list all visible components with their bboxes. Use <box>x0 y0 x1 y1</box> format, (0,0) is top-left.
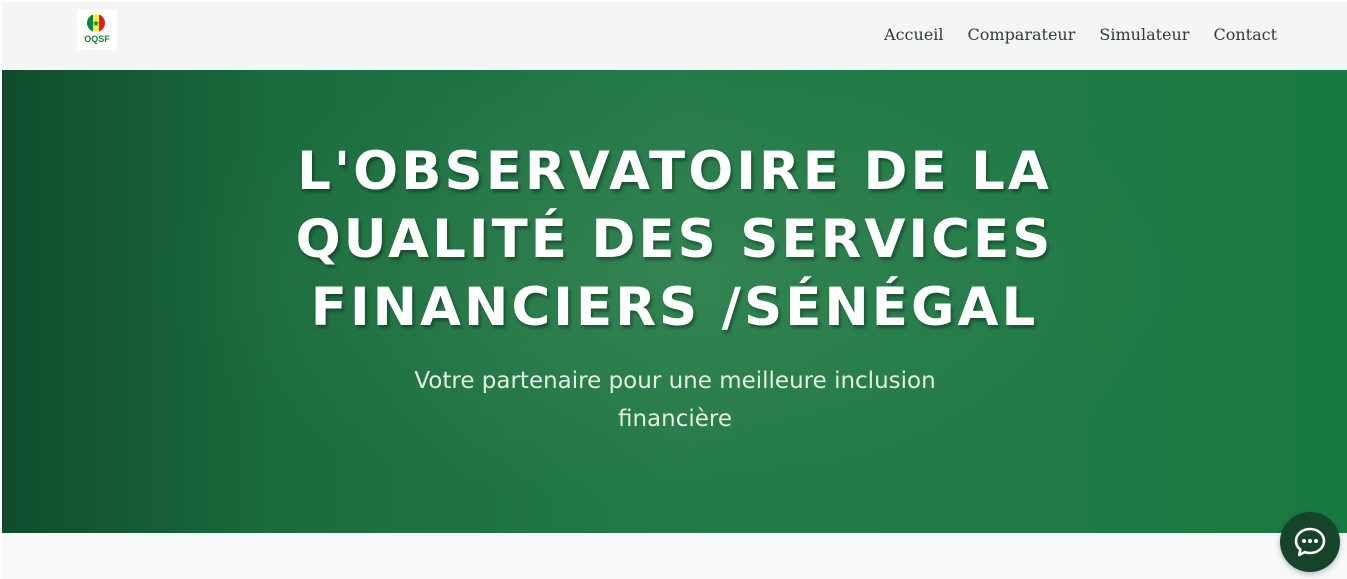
hero-subtitle: Votre partenaire pour une meilleure incl… <box>414 368 936 432</box>
site-logo[interactable]: OQSF <box>77 10 117 50</box>
senegal-flag-logo-icon <box>87 14 105 32</box>
hero-title: L'OBSERVATOIRE DE LA QUALITÉ DES SERVICE… <box>2 138 1347 342</box>
nav-link-accueil[interactable]: Accueil <box>884 25 943 44</box>
nav-link-contact[interactable]: Contact <box>1213 25 1277 44</box>
chat-bubble-icon <box>1294 527 1326 557</box>
hero-title-line-1: L'OBSERVATOIRE DE LA <box>297 141 1052 202</box>
hero-title-line-3: FINANCIERS /SÉNÉGAL <box>310 277 1039 338</box>
hero-title-line-2: QUALITÉ DES SERVICES <box>295 209 1054 270</box>
page: OQSF Accueil Comparateur Simulateur Cont… <box>0 0 1347 579</box>
navbar: OQSF Accueil Comparateur Simulateur Cont… <box>2 2 1347 70</box>
chat-button[interactable] <box>1280 512 1340 572</box>
page-content-area <box>2 533 1347 579</box>
hero-banner: L'OBSERVATOIRE DE LA QUALITÉ DES SERVICE… <box>2 70 1347 533</box>
main-nav: Accueil Comparateur Simulateur Contact <box>860 2 1277 66</box>
nav-link-comparateur[interactable]: Comparateur <box>968 25 1076 44</box>
nav-link-simulateur[interactable]: Simulateur <box>1099 25 1189 44</box>
logo-text: OQSF <box>84 34 110 44</box>
